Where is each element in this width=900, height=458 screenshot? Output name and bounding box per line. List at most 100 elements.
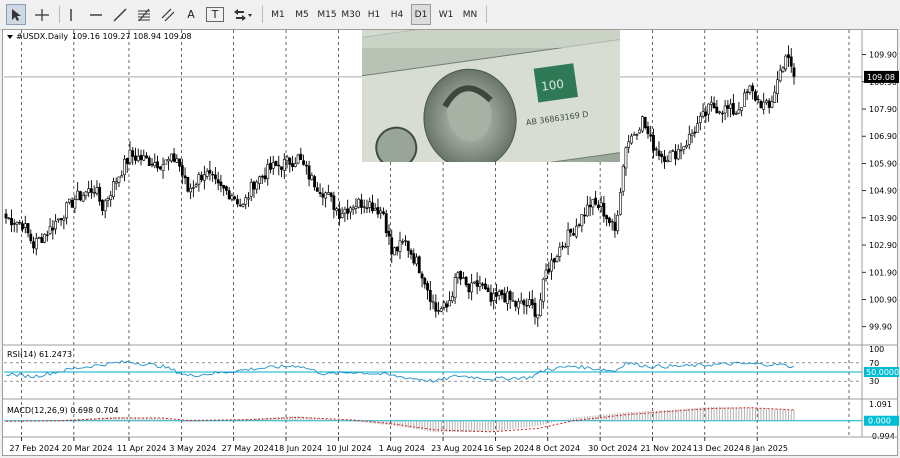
chart-symbol-title: #USDX.Daily bbox=[16, 32, 68, 41]
candle-body bbox=[679, 149, 683, 152]
candle-body bbox=[125, 158, 129, 165]
candle-body bbox=[211, 173, 215, 176]
candle-body bbox=[56, 218, 60, 221]
candle-body bbox=[114, 181, 118, 184]
candle-body bbox=[158, 166, 162, 170]
candle-body bbox=[393, 247, 396, 256]
candle-body bbox=[136, 155, 140, 162]
candle-body bbox=[202, 174, 206, 181]
candle-body bbox=[638, 129, 642, 134]
candle-body bbox=[233, 196, 237, 199]
candle-body bbox=[222, 185, 226, 189]
candle-body bbox=[754, 91, 757, 101]
candle-body bbox=[723, 105, 727, 114]
candle-body bbox=[373, 207, 377, 211]
candle-body bbox=[580, 214, 584, 227]
time-axis-label: 11 Apr 2024 bbox=[117, 444, 166, 453]
candle-body bbox=[310, 174, 314, 180]
candle-body bbox=[574, 225, 578, 237]
candle-body bbox=[315, 187, 319, 192]
candle-body bbox=[704, 111, 708, 116]
rsi-indicator: RSI(14) 61.2473 100 7050.000030 bbox=[4, 345, 899, 386]
candle-body bbox=[528, 299, 531, 306]
candle-body bbox=[646, 126, 650, 134]
candle-body bbox=[748, 85, 752, 93]
macd-indicator: MACD(12,26,9) 0.698 0.7041.0910.000-0.99… bbox=[4, 400, 899, 441]
candle-body bbox=[128, 149, 132, 164]
candle-body bbox=[698, 115, 702, 124]
candle-body bbox=[332, 195, 336, 210]
time-axis-label: 16 Sep 2024 bbox=[483, 444, 534, 453]
price-axis-label: 101.90 bbox=[869, 268, 897, 277]
candle-body bbox=[216, 179, 220, 184]
candle-body bbox=[536, 314, 540, 319]
candle-body bbox=[715, 106, 719, 114]
candle-body bbox=[7, 217, 11, 220]
candle-body bbox=[492, 293, 496, 301]
candle-body bbox=[368, 201, 372, 208]
candle-body bbox=[621, 166, 625, 192]
candle-body bbox=[109, 195, 113, 200]
candle-body bbox=[87, 188, 91, 193]
time-axis-label: 10 Jul 2024 bbox=[326, 444, 371, 453]
candle-body bbox=[709, 101, 713, 105]
macd-title: MACD(12,26,9) 0.698 0.704 bbox=[7, 406, 119, 415]
candle-body bbox=[161, 164, 165, 171]
time-axis-label: 23 Aug 2024 bbox=[431, 444, 482, 453]
candle-body bbox=[784, 55, 788, 70]
candle-body bbox=[630, 135, 633, 144]
candle-body bbox=[547, 268, 551, 273]
chevron-down-icon bbox=[7, 35, 13, 39]
candle-body bbox=[40, 237, 44, 243]
candle-body bbox=[517, 301, 520, 309]
candle-body bbox=[382, 211, 385, 214]
candle-body bbox=[142, 155, 146, 161]
candle-body bbox=[776, 79, 779, 94]
rsi-axis-label: 50.0000 bbox=[866, 368, 899, 377]
chart-ohlc-values: 109.16 109.27 108.94 109.08 bbox=[72, 32, 192, 41]
candle-body bbox=[324, 192, 328, 199]
candle-body bbox=[484, 283, 487, 290]
dollar-bills-image: 100 AB 36863169 D bbox=[362, 30, 620, 162]
candle-body bbox=[607, 217, 611, 224]
candle-body bbox=[544, 269, 548, 279]
candle-body bbox=[508, 291, 512, 301]
candle-body bbox=[280, 166, 283, 170]
candle-body bbox=[208, 169, 212, 174]
candle-body bbox=[340, 213, 344, 218]
candle-body bbox=[346, 208, 350, 214]
price-axis-label: 99.90 bbox=[869, 323, 892, 332]
candle-body bbox=[541, 278, 545, 302]
price-axis-label: 103.90 bbox=[869, 214, 897, 223]
candle-body bbox=[486, 287, 490, 293]
candle-body bbox=[194, 184, 198, 187]
time-axis-label: 3 May 2024 bbox=[169, 444, 216, 453]
macd-axis-label: 1.091 bbox=[869, 400, 892, 409]
candle-body bbox=[475, 280, 479, 287]
candle-body bbox=[252, 181, 256, 190]
candle-body bbox=[285, 156, 289, 162]
candle-body bbox=[43, 233, 46, 243]
candle-body bbox=[770, 101, 774, 108]
candle-body bbox=[682, 146, 686, 150]
candle-body bbox=[120, 175, 124, 178]
last-price-label: 109.08 bbox=[867, 73, 895, 82]
candle-body bbox=[10, 218, 13, 226]
candle-body bbox=[18, 221, 22, 224]
candle-body bbox=[445, 303, 449, 308]
candle-body bbox=[65, 202, 69, 219]
candle-body bbox=[186, 176, 190, 192]
price-axis-label: 109.90 bbox=[869, 51, 897, 60]
candle-body bbox=[48, 226, 52, 234]
candle-body bbox=[90, 188, 93, 193]
candle-body bbox=[599, 202, 603, 207]
candle-body bbox=[685, 145, 688, 148]
time-axis-label: 20 Mar 2024 bbox=[62, 444, 113, 453]
candle-body bbox=[76, 190, 80, 200]
time-axis-label: 13 Dec 2024 bbox=[693, 444, 744, 453]
candle-body bbox=[428, 289, 432, 302]
candle-body bbox=[596, 204, 600, 209]
candle-body bbox=[431, 301, 435, 304]
time-axis-label: 8 Oct 2024 bbox=[536, 444, 580, 453]
candle-body bbox=[731, 102, 735, 115]
